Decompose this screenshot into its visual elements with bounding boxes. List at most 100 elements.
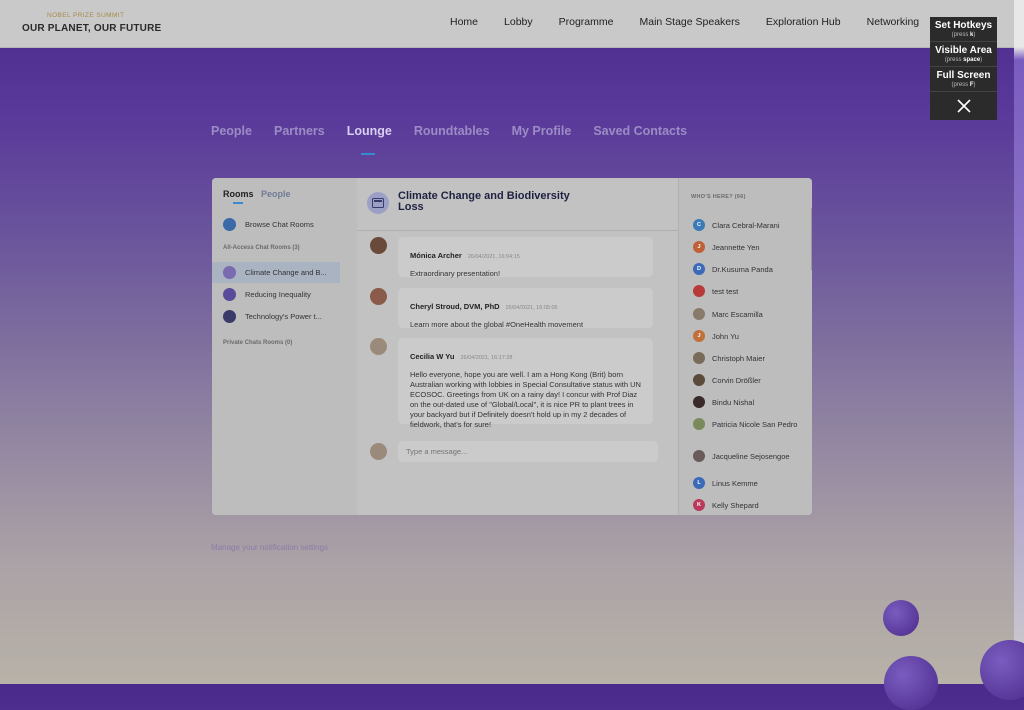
room-label: Climate Change and B...	[245, 268, 327, 277]
nav-main-stage-speakers[interactable]: Main Stage Speakers	[639, 16, 739, 28]
avatar	[370, 338, 387, 355]
browse-chat-rooms-label: Browse Chat Rooms	[245, 220, 314, 229]
message-author: Mónica Archer	[410, 251, 462, 260]
avatar	[693, 374, 705, 386]
globe-icon	[223, 218, 236, 231]
visible-area-hint: (press space)	[944, 57, 983, 63]
chat-card: Rooms People Browse Chat Rooms All-Acces…	[212, 178, 812, 515]
avatar	[693, 396, 705, 408]
chat-title: Climate Change and Biodiversity Loss	[398, 190, 570, 213]
avatar: J	[693, 241, 705, 253]
tab-partners[interactable]: Partners	[274, 124, 325, 138]
decorative-bubble	[883, 600, 919, 636]
rooms-tab[interactable]: Rooms	[223, 189, 254, 199]
nav-networking[interactable]: Networking	[867, 16, 920, 28]
room-climate-change[interactable]: Climate Change and B...	[212, 262, 340, 283]
message-author: Cheryl Stroud, DVM, PhD	[410, 302, 500, 311]
chat-room-icon	[223, 288, 236, 301]
chat-room-icon	[367, 192, 389, 214]
avatar	[693, 352, 705, 364]
decorative-bubble	[884, 656, 938, 710]
nav-programme[interactable]: Programme	[559, 16, 614, 28]
attendee-item[interactable]: K Kelly Shepard	[693, 499, 803, 511]
attendee-item[interactable]: J Jeannette Yen	[693, 241, 803, 253]
set-hotkeys-hint: (press k)	[951, 32, 976, 38]
avatar	[370, 288, 387, 305]
brand-logo[interactable]: NOBEL PRIZE SUMMIT OUR PLANET, OUR FUTUR…	[22, 12, 162, 34]
attendee-name: Jacqueline Sejosengoe	[712, 451, 790, 461]
attendee-item[interactable]: Marc Escamilla	[693, 308, 803, 320]
attendee-name: Corvin Drößler	[712, 375, 761, 385]
avatar	[693, 285, 705, 297]
attendee-item[interactable]: L Linus Kemme	[693, 477, 803, 489]
avatar	[693, 418, 705, 430]
message-input[interactable]	[398, 441, 658, 462]
close-overlay-button[interactable]	[930, 92, 997, 120]
room-label: Technology's Power t...	[245, 312, 322, 321]
whos-here-label: WHO'S HERE? (66)	[691, 194, 746, 200]
avatar: C	[693, 219, 705, 231]
avatar	[693, 450, 705, 462]
message-composer	[370, 441, 667, 462]
attendee-item[interactable]: Christoph Maier	[693, 352, 803, 364]
close-icon	[956, 99, 971, 113]
brand-title: OUR PLANET, OUR FUTURE	[22, 22, 162, 34]
attendee-name: John Yu	[712, 331, 739, 341]
room-technology[interactable]: Technology's Power t...	[212, 306, 340, 327]
visible-area-label: Visible Area	[935, 45, 992, 56]
browse-chat-rooms[interactable]: Browse Chat Rooms	[212, 214, 340, 235]
hotkeys-panel: Set Hotkeys (press k) Visible Area (pres…	[930, 17, 997, 120]
message-time: 26/04/2021, 16:17:28	[460, 355, 513, 361]
attendee-item[interactable]: J John Yu	[693, 330, 803, 342]
attendee-item[interactable]: D Dr.Kusuma Panda	[693, 263, 803, 275]
attendee-item[interactable]: Bindu Nishal	[693, 396, 803, 408]
tab-lounge[interactable]: Lounge	[347, 124, 392, 138]
avatar: D	[693, 263, 705, 275]
attendee-name: Jeannette Yen	[712, 242, 760, 252]
message-bubble: Cheryl Stroud, DVM, PhD 26/04/2021, 16:05…	[398, 288, 653, 329]
tab-saved-contacts[interactable]: Saved Contacts	[593, 124, 687, 138]
whos-here-panel: WHO'S HERE? (66) C Clara Cebral-Marani J Je…	[678, 178, 812, 515]
avatar	[693, 308, 705, 320]
chat-pane: Climate Change and Biodiversity Loss Món…	[357, 178, 678, 515]
people-tab[interactable]: People	[261, 189, 291, 199]
tab-people[interactable]: People	[211, 124, 252, 138]
attendee-item[interactable]: Corvin Drößler	[693, 374, 803, 386]
full-screen-button[interactable]: Full Screen (press F)	[930, 67, 997, 92]
attendee-name: Christoph Maier	[712, 353, 765, 363]
main-nav: Home Lobby Programme Main Stage Speakers…	[450, 16, 945, 28]
attendee-item[interactable]: Jacqueline Sejosengoe	[693, 450, 803, 462]
room-reducing-inequality[interactable]: Reducing Inequality	[212, 284, 340, 305]
attendee-name: Linus Kemme	[712, 478, 758, 488]
notification-settings-link[interactable]: Manage your notification settings	[211, 543, 328, 552]
private-chats-header: Private Chats Rooms (0)	[223, 340, 293, 346]
active-tab-indicator	[361, 153, 375, 155]
set-hotkeys-label: Set Hotkeys	[934, 20, 993, 31]
avatar: K	[693, 499, 705, 511]
message-time: 26/04/2021, 16:05:05	[505, 305, 558, 311]
message-time: 26/04/2021, 16:04:15	[467, 254, 520, 260]
attendee-name: Clara Cebral-Marani	[712, 220, 780, 230]
decorative-bubble	[980, 640, 1024, 700]
avatar	[370, 443, 387, 460]
attendee-item[interactable]: test test	[693, 285, 803, 297]
nav-lobby[interactable]: Lobby	[504, 16, 533, 28]
attendee-item[interactable]: C Clara Cebral-Marani	[693, 219, 803, 231]
lounge-tabs: People Partners Lounge Roundtables My Pr…	[211, 124, 709, 138]
all-access-header: All-Access Chat Rooms (3)	[223, 245, 300, 251]
attendee-item[interactable]: Patricia Nicole San Pedro	[693, 418, 803, 430]
visible-area-button[interactable]: Visible Area (press space)	[930, 42, 997, 67]
sidebar-tab-indicator	[233, 202, 243, 204]
nav-exploration-hub[interactable]: Exploration Hub	[766, 16, 841, 28]
message-bubble: Cecilia W Yu 26/04/2021, 16:17:28 Hello e…	[398, 338, 653, 429]
attendee-name: test test	[712, 286, 739, 296]
whos-here-scrollbar[interactable]	[811, 208, 812, 270]
page-edge-strip	[1014, 0, 1024, 684]
tab-roundtables[interactable]: Roundtables	[414, 124, 490, 138]
set-hotkeys-button[interactable]: Set Hotkeys (press k)	[930, 17, 997, 42]
nav-home[interactable]: Home	[450, 16, 478, 28]
tab-my-profile[interactable]: My Profile	[512, 124, 572, 138]
chat-room-icon	[223, 266, 236, 279]
message-text: Extraordinary presentation!	[410, 269, 501, 278]
avatar: L	[693, 477, 705, 489]
